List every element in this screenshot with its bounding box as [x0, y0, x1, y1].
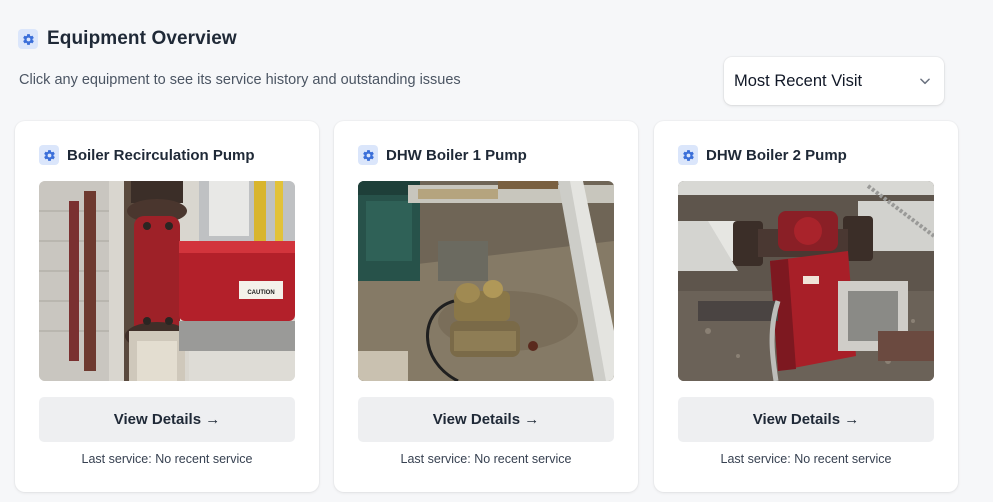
last-service-value: No recent service: [794, 452, 892, 466]
gear-icon: [358, 145, 378, 165]
view-details-button[interactable]: View Details →: [39, 397, 295, 442]
sort-selected-value: Most Recent Visit: [734, 71, 863, 90]
page-header: Equipment Overview: [18, 28, 237, 50]
equipment-card[interactable]: DHW Boiler 1 Pump View Details → Last se…: [334, 121, 638, 492]
last-service-info: Last service: No recent service: [15, 452, 319, 466]
last-service-label: Last service:: [400, 452, 471, 466]
last-service-info: Last service: No recent service: [334, 452, 638, 466]
last-service-value: No recent service: [474, 452, 572, 466]
last-service-label: Last service:: [81, 452, 152, 466]
last-service-value: No recent service: [155, 452, 253, 466]
page-subtitle: Click any equipment to see its service h…: [19, 72, 461, 88]
chevron-down-icon: [920, 78, 930, 85]
equipment-overview-page: Equipment Overview Click any equipment t…: [0, 0, 993, 502]
last-service-label: Last service:: [720, 452, 791, 466]
gear-icon: [18, 29, 38, 49]
gear-icon: [39, 145, 59, 165]
view-details-button[interactable]: View Details →: [678, 397, 934, 442]
page-title: Equipment Overview: [47, 28, 237, 49]
equipment-card[interactable]: Boiler Recirculation Pump CAUTION View D…: [15, 121, 319, 492]
card-header: DHW Boiler 1 Pump: [358, 145, 527, 165]
sort-dropdown[interactable]: Most Recent Visit: [724, 57, 944, 105]
card-header: Boiler Recirculation Pump: [39, 145, 255, 165]
equipment-photo[interactable]: [358, 181, 614, 381]
equipment-card[interactable]: DHW Boiler 2 Pump View Details → Last se…: [654, 121, 958, 492]
equipment-name: Boiler Recirculation Pump: [67, 146, 255, 164]
gear-icon: [678, 145, 698, 165]
last-service-info: Last service: No recent service: [654, 452, 958, 466]
equipment-name: DHW Boiler 1 Pump: [386, 146, 527, 164]
equipment-photo[interactable]: [678, 181, 934, 381]
pump-warning-label: CAUTION: [247, 290, 274, 296]
card-header: DHW Boiler 2 Pump: [678, 145, 847, 165]
view-details-button[interactable]: View Details →: [358, 397, 614, 442]
equipment-photo[interactable]: CAUTION: [39, 181, 295, 381]
equipment-name: DHW Boiler 2 Pump: [706, 146, 847, 164]
